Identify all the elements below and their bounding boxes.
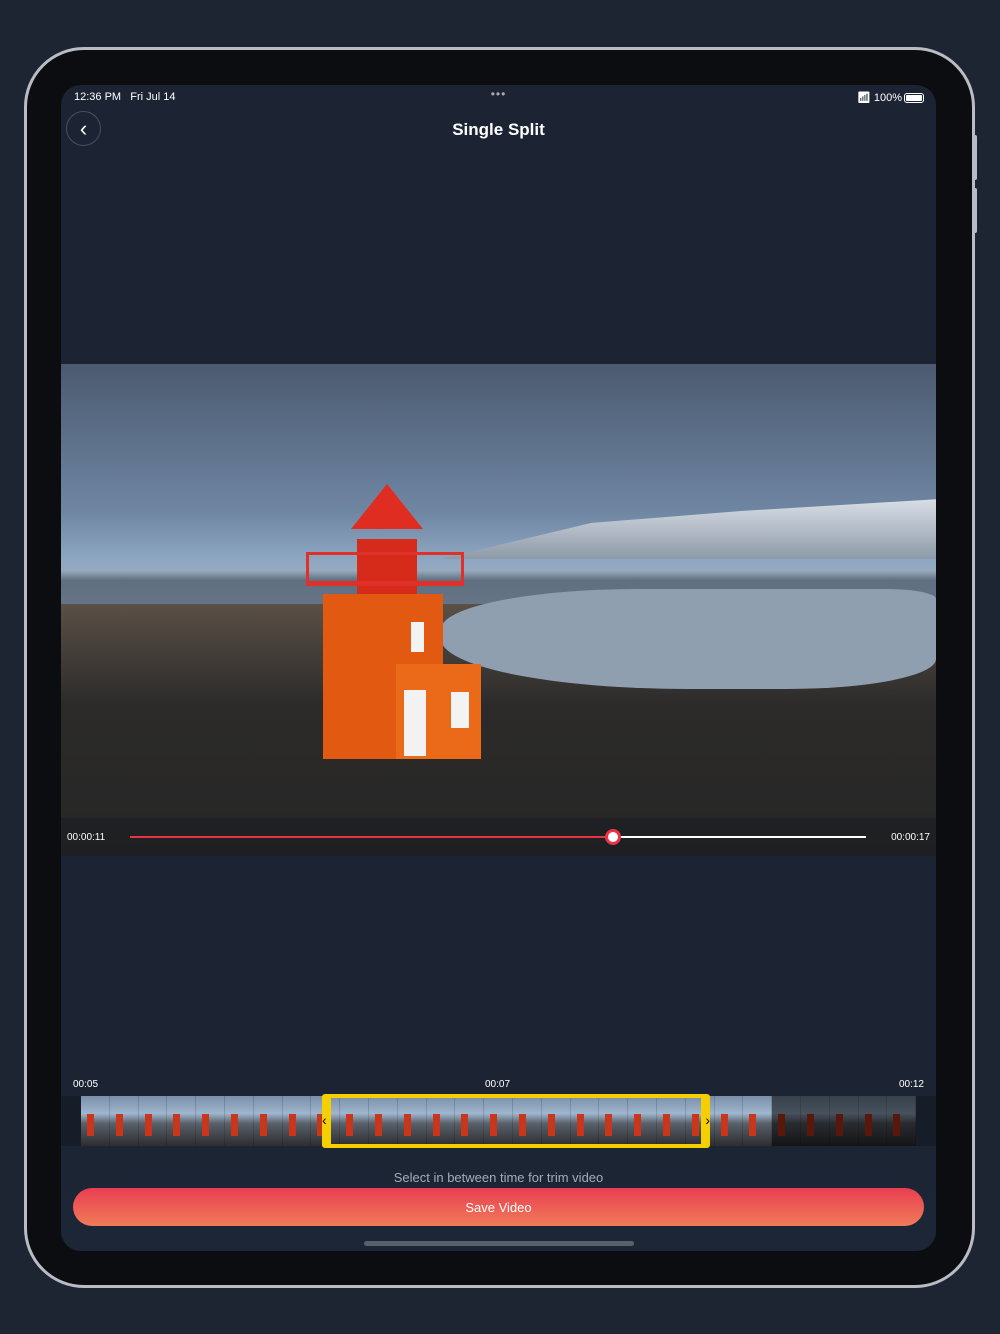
snowy-hill — [441, 499, 936, 559]
trim-panel: 00:05 00:07 00:12 ‹ › Select in between … — [61, 1060, 936, 1251]
thumbnail-frame — [772, 1096, 801, 1146]
lighthouse-window — [411, 622, 424, 652]
thumbnail-frame — [167, 1096, 197, 1146]
end-time-label: 00:12 — [898, 1079, 924, 1090]
lighthouse-door — [404, 690, 426, 756]
save-video-button[interactable]: Save Video — [73, 1188, 924, 1226]
thumbnail-frame — [282, 1096, 312, 1146]
battery-percent: 100% — [873, 91, 902, 104]
thumbnail-frame — [196, 1096, 225, 1146]
trim-hint: Select in between time for trim video — [393, 1170, 604, 1185]
thumbnail-frame — [253, 1096, 283, 1146]
volume-down-button — [972, 188, 977, 233]
current-time: 00:00:11 — [67, 832, 106, 843]
thumbnail-frame — [887, 1096, 917, 1146]
thumbnail-frame — [743, 1096, 773, 1146]
mid-time-label: 00:07 — [485, 1079, 511, 1090]
thumbnail-strip[interactable]: ‹ › — [61, 1094, 936, 1148]
thumbnail-frame — [858, 1096, 888, 1146]
thumbnail-frame — [224, 1096, 254, 1146]
progress-knob[interactable] — [604, 829, 621, 845]
trim-selection[interactable]: ‹ › — [322, 1094, 710, 1148]
lighthouse-window — [451, 692, 469, 728]
lighthouse-roof — [351, 484, 423, 529]
trim-handle-left[interactable]: ‹ — [322, 1112, 327, 1128]
thumbnail-frame — [800, 1096, 830, 1146]
volume-up-button — [972, 135, 977, 180]
total-time: 00:00:17 — [891, 832, 930, 843]
progress-fill — [130, 836, 613, 838]
thumbnail-frame — [109, 1096, 139, 1146]
wifi-icon: 📶︎ — [856, 91, 871, 104]
battery-icon — [904, 92, 924, 103]
video-player[interactable]: 00:00:11 00:00:17 — [61, 364, 936, 856]
home-indicator — [364, 1241, 634, 1246]
thumbnail-frame — [829, 1096, 859, 1146]
start-time-label: 00:05 — [73, 1079, 99, 1090]
thumbnail-frame — [81, 1096, 110, 1146]
page-title: Single Split — [452, 120, 545, 139]
thumbnail-frame — [714, 1096, 744, 1146]
status-time: 12:36 PM — [74, 91, 122, 103]
status-date: Fri Jul 14 — [130, 91, 176, 103]
trim-handle-right[interactable]: › — [705, 1112, 710, 1128]
frozen-lake — [441, 589, 936, 689]
lighthouse-railing — [306, 552, 464, 586]
thumbnail-frame — [138, 1096, 168, 1146]
screen: 12:36 PM Fri Jul 14 📶︎ 100% ••• ‹ Single… — [61, 85, 936, 1251]
playback-scrubber: 00:00:11 00:00:17 — [61, 818, 936, 856]
progress-track[interactable] — [130, 829, 866, 845]
multitasking-dots-icon[interactable]: ••• — [491, 87, 507, 101]
